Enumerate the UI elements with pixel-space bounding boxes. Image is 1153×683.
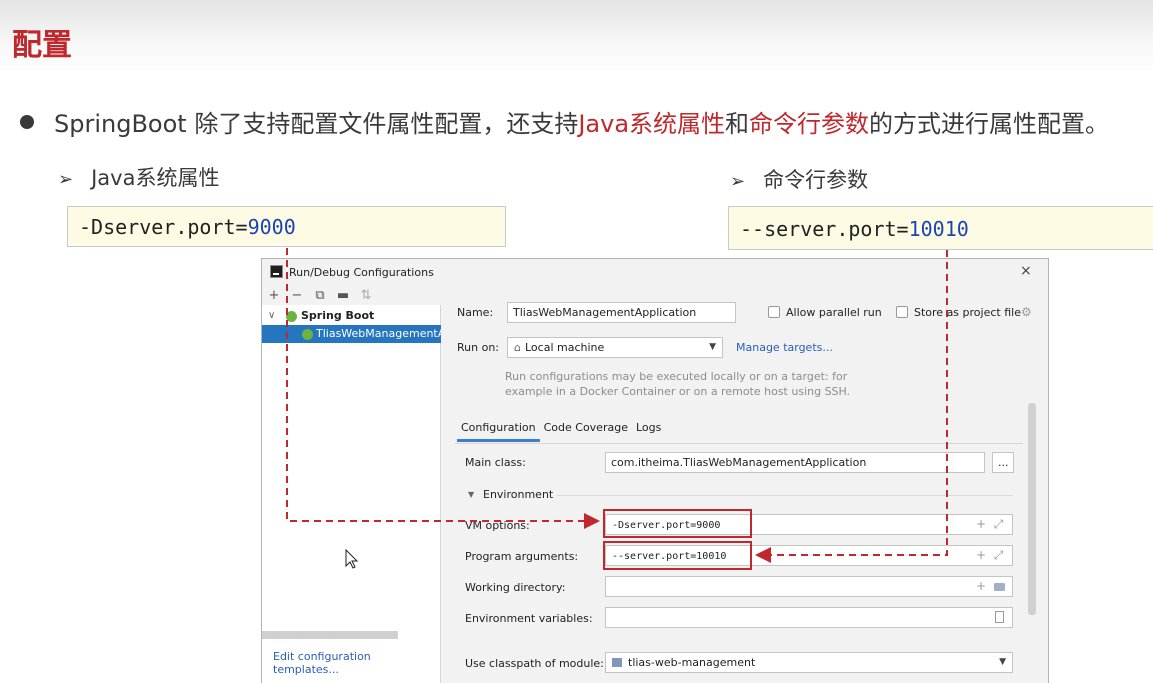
- copy-icon[interactable]: ⧉: [313, 288, 327, 303]
- classpath-select[interactable]: tlias-web-management ▼: [605, 652, 1013, 673]
- java-props-heading: ➢ Java系统属性: [58, 162, 219, 192]
- program-args-highlight: [603, 541, 752, 570]
- bullet-highlight-java: Java系统属性: [578, 110, 726, 138]
- bullet-text-3: 的方式进行属性配置。: [869, 110, 1110, 138]
- module-icon: [612, 658, 622, 667]
- edit-templates-link[interactable]: Edit configuration templates...: [273, 650, 440, 676]
- main-class-input[interactable]: com.itheima.TliasWebManagementApplicatio…: [605, 452, 985, 473]
- tree-group-label: Spring Boot: [301, 309, 375, 322]
- tab-logs[interactable]: Logs: [632, 417, 665, 442]
- java-props-label: Java系统属性: [91, 166, 220, 190]
- run-on-select[interactable]: ⌂ Local machine ▼: [507, 337, 723, 358]
- bullet-point: SpringBoot 除了支持配置文件属性配置，还支持Java系统属性和命令行参…: [20, 104, 1109, 139]
- dialog-title: Run/Debug Configurations: [289, 266, 434, 279]
- config-tree: ∨ Spring Boot TliasWebManagementA Edit c…: [262, 305, 441, 683]
- manage-targets-link[interactable]: Manage targets...: [736, 341, 833, 354]
- store-project-checkbox[interactable]: [896, 306, 908, 318]
- tab-configuration[interactable]: Configuration: [457, 417, 540, 442]
- env-vars-input[interactable]: [605, 607, 1013, 628]
- expand-icon[interactable]: ⤢: [994, 548, 1004, 562]
- environment-divider: [557, 495, 1013, 496]
- tree-item-label: TliasWebManagementA: [316, 327, 441, 340]
- vm-options-label: VM options:: [465, 519, 530, 532]
- java-code-value: 9000: [247, 215, 296, 239]
- folder-icon[interactable]: ▬: [336, 288, 350, 303]
- classpath-label: Use classpath of module:: [465, 657, 604, 670]
- store-project-label: Store as project file: [914, 306, 1021, 319]
- tree-group-spring-boot[interactable]: ∨ Spring Boot: [262, 307, 441, 325]
- add-icon[interactable]: +: [976, 517, 986, 531]
- document-icon[interactable]: [995, 611, 1004, 623]
- bullet-highlight-cmd: 命令行参数: [749, 110, 870, 138]
- cmd-args-code: --server.port=10010: [728, 206, 1153, 250]
- cmd-args-heading: ➢ 命令行参数: [730, 164, 868, 194]
- cmd-args-label: 命令行参数: [763, 168, 869, 192]
- hint-line-2: example in a Docker Container or on a re…: [505, 385, 851, 398]
- name-input[interactable]: TliasWebManagementApplication: [507, 302, 736, 323]
- program-args-label: Program arguments:: [465, 550, 579, 563]
- add-icon[interactable]: +: [976, 579, 986, 593]
- hint-line-1: Run configurations may be executed local…: [505, 370, 848, 383]
- panel-scrollbar[interactable]: [1028, 403, 1036, 615]
- tree-scrollbar[interactable]: [262, 631, 398, 639]
- cmd-code-prefix: --server.port=: [740, 217, 909, 241]
- config-toolbar: + − ⧉ ▬ ⇅: [267, 287, 373, 303]
- title-band: [0, 0, 1153, 72]
- env-vars-label: Environment variables:: [465, 612, 593, 625]
- vm-options-tools: + ⤢: [976, 517, 1003, 532]
- arrow-bullet-icon: ➢: [58, 169, 74, 190]
- home-icon: ⌂: [514, 341, 521, 354]
- run-debug-dialog: Run/Debug Configurations × + − ⧉ ▬ ⇅ ∨ S…: [261, 258, 1049, 683]
- cmd-code-value: 10010: [908, 217, 969, 241]
- browse-button[interactable]: ...: [992, 452, 1014, 473]
- environment-label: Environment: [483, 488, 554, 501]
- chevron-down-icon: ▼: [999, 657, 1006, 667]
- classpath-value: tlias-web-management: [628, 656, 756, 669]
- spring-boot-icon: [286, 311, 297, 322]
- bullet-text-2: 和: [725, 110, 750, 138]
- add-icon[interactable]: +: [267, 288, 281, 303]
- tree-item-tlias[interactable]: TliasWebManagementA: [262, 325, 441, 343]
- program-args-tools: + ⤢: [976, 548, 1003, 563]
- slide-title: 配置: [12, 28, 72, 63]
- bullet-dot-icon: [20, 115, 34, 129]
- working-dir-label: Working directory:: [465, 581, 566, 594]
- allow-parallel-checkbox[interactable]: [768, 306, 780, 318]
- chevron-down-icon: ▼: [709, 342, 716, 352]
- sort-icon[interactable]: ⇅: [359, 288, 373, 303]
- bullet-text-1: SpringBoot 除了支持配置文件属性配置，还支持: [54, 110, 579, 138]
- run-on-label: Run on:: [457, 341, 499, 354]
- intellij-app-icon: [270, 265, 283, 278]
- main-class-label: Main class:: [465, 456, 526, 469]
- working-dir-tools: +: [976, 579, 986, 593]
- working-dir-input[interactable]: [605, 576, 1013, 597]
- folder-icon[interactable]: [994, 583, 1005, 591]
- close-icon[interactable]: ×: [1020, 263, 1032, 279]
- gear-icon[interactable]: ⚙: [1021, 305, 1032, 319]
- arrow-bullet-icon: ➢: [730, 171, 746, 192]
- run-on-value: Local machine: [524, 341, 605, 354]
- config-tabs: Configuration Code Coverage Logs: [457, 417, 665, 442]
- add-icon[interactable]: +: [976, 548, 986, 562]
- remove-icon[interactable]: −: [290, 288, 304, 303]
- expand-icon[interactable]: ⤢: [994, 517, 1004, 531]
- collapse-arrow-icon[interactable]: ∨: [268, 307, 275, 325]
- java-props-code: -Dserver.port=9000: [67, 206, 506, 247]
- vm-options-highlight: [603, 509, 752, 538]
- java-code-prefix: -Dserver.port=: [79, 215, 248, 239]
- spring-boot-app-icon: [302, 329, 313, 340]
- tab-code-coverage[interactable]: Code Coverage: [540, 417, 632, 442]
- expand-arrow-icon[interactable]: ▼: [468, 490, 474, 499]
- name-label: Name:: [457, 306, 494, 319]
- allow-parallel-label: Allow parallel run: [786, 306, 882, 319]
